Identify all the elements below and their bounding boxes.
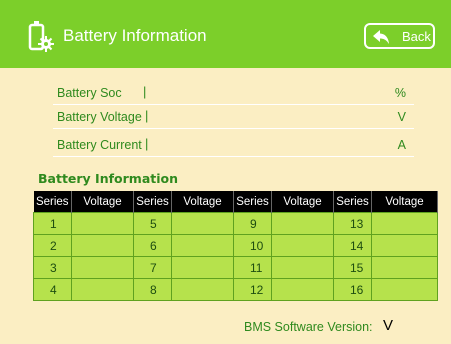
- battery-info-screen: Battery Information Back Battery Soc | %…: [0, 0, 451, 344]
- series-cell: 6: [133, 234, 172, 257]
- series-cell: 4: [33, 278, 72, 301]
- voltage-cell: [371, 234, 438, 257]
- voltage-cell: [71, 278, 134, 301]
- column-header: Series: [333, 191, 372, 213]
- series-cell: 5: [133, 212, 172, 235]
- battery-voltage-value: |: [145, 108, 149, 123]
- battery-current-value: |: [145, 136, 149, 151]
- series-cell: 9: [233, 212, 272, 235]
- series-cell: 10: [233, 234, 272, 257]
- battery-voltage-unit: V: [397, 110, 406, 124]
- voltage-cell: [271, 212, 334, 235]
- series-cell: 11: [233, 256, 272, 279]
- column-header: Voltage: [371, 191, 438, 213]
- series-cell: 1: [33, 212, 72, 235]
- battery-current-row: Battery Current | A: [53, 134, 414, 157]
- cell-section-title: Battery Information: [38, 171, 179, 186]
- series-cell: 14: [333, 234, 372, 257]
- column-header: Series: [33, 191, 72, 213]
- voltage-cell: [171, 256, 234, 279]
- table-row: 1 5 9 13: [33, 212, 438, 235]
- series-cell: 12: [233, 278, 272, 301]
- voltage-cell: [371, 256, 438, 279]
- battery-soc-unit: %: [394, 86, 406, 100]
- header-bar: Battery Information Back: [0, 0, 451, 68]
- series-cell: 16: [333, 278, 372, 301]
- series-cell: 13: [333, 212, 372, 235]
- battery-soc-value: |: [143, 84, 147, 99]
- voltage-cell: [371, 278, 438, 301]
- series-cell: 7: [133, 256, 172, 279]
- voltage-cell: [271, 278, 334, 301]
- back-button-label: Back: [402, 29, 431, 44]
- battery-soc-label: Battery Soc: [57, 86, 122, 100]
- battery-current-unit: A: [397, 138, 406, 152]
- column-header: Voltage: [71, 191, 134, 213]
- column-header: Voltage: [271, 191, 334, 213]
- table-row: 2 6 10 14: [33, 234, 438, 257]
- battery-current-label: Battery Current: [57, 138, 142, 152]
- voltage-cell: [171, 278, 234, 301]
- table-header-row: Series Voltage Series Voltage Series Vol…: [33, 191, 438, 213]
- column-header: Series: [133, 191, 172, 213]
- voltage-cell: [171, 234, 234, 257]
- column-header: Voltage: [171, 191, 234, 213]
- page-title: Battery Information: [63, 26, 207, 45]
- voltage-cell: [271, 234, 334, 257]
- battery-voltage-row: Battery Voltage | V: [53, 106, 414, 129]
- battery-soc-row: Battery Soc | %: [53, 82, 414, 105]
- battery-voltage-label: Battery Voltage: [57, 110, 142, 124]
- column-header: Series: [233, 191, 272, 213]
- cell-voltage-table: Series Voltage Series Voltage Series Vol…: [33, 191, 438, 301]
- bms-version-label: BMS Software Version:: [244, 320, 373, 334]
- series-cell: 8: [133, 278, 172, 301]
- voltage-cell: [271, 256, 334, 279]
- voltage-cell: [71, 256, 134, 279]
- series-cell: 3: [33, 256, 72, 279]
- table-row: 4 8 12 16: [33, 278, 438, 301]
- voltage-cell: [71, 212, 134, 235]
- battery-settings-icon: [28, 21, 54, 53]
- voltage-cell: [71, 234, 134, 257]
- bms-version-value: V: [383, 317, 394, 334]
- voltage-cell: [171, 212, 234, 235]
- series-cell: 15: [333, 256, 372, 279]
- back-arrow-icon: [372, 28, 390, 46]
- table-row: 3 7 11 15: [33, 256, 438, 279]
- voltage-cell: [371, 212, 438, 235]
- series-cell: 2: [33, 234, 72, 257]
- back-button[interactable]: Back: [364, 23, 435, 49]
